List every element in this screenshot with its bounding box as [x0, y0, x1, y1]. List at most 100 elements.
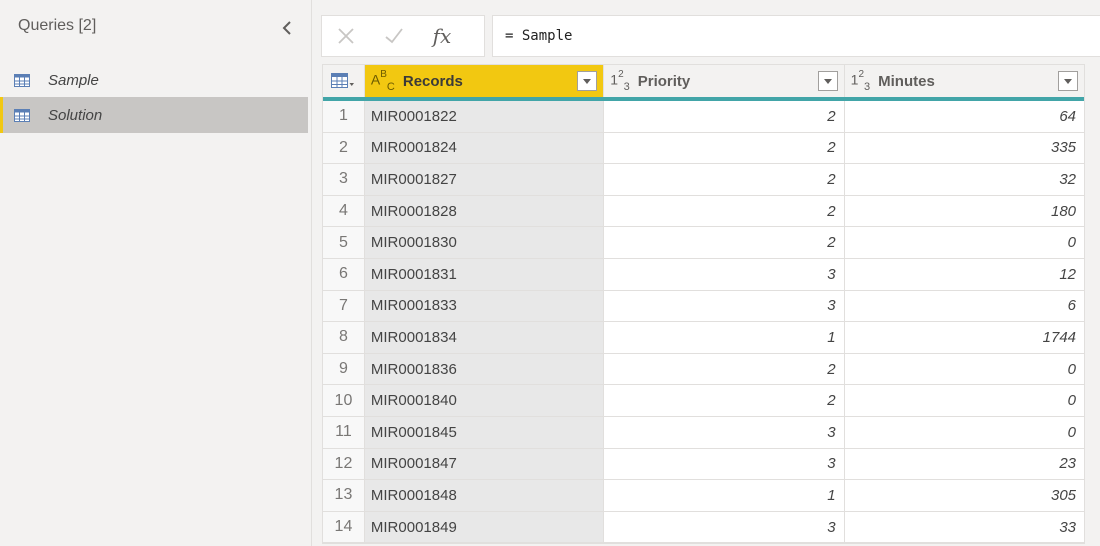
row-number[interactable]: 1 — [323, 101, 365, 132]
row-number[interactable]: 2 — [323, 132, 365, 164]
cell-priority[interactable]: 2 — [604, 195, 845, 227]
column-name: Priority — [637, 72, 691, 90]
query-label: Solution — [48, 106, 103, 124]
cell-minutes[interactable]: 12 — [845, 259, 1084, 290]
cell-priority[interactable]: 2 — [604, 385, 845, 416]
cell-minutes[interactable]: 23 — [845, 449, 1084, 480]
filter-dropdown-button[interactable] — [1058, 71, 1079, 91]
table-row[interactable]: 5 MIR0001830 2 0 — [323, 227, 1084, 259]
column-header-minutes[interactable]: 123 Minutes — [844, 65, 1085, 97]
column-name: Minutes — [878, 72, 935, 90]
cell-minutes[interactable]: 64 — [845, 101, 1084, 132]
cell-records[interactable]: MIR0001833 — [364, 290, 605, 322]
query-item-solution[interactable]: Solution — [0, 97, 308, 133]
fx-icon[interactable]: fx — [418, 16, 466, 56]
row-number[interactable]: 14 — [323, 511, 365, 543]
column-header-priority[interactable]: 123 Priority — [604, 65, 845, 97]
table-row[interactable]: 2 MIR0001824 2 335 — [323, 132, 1084, 165]
cell-records[interactable]: MIR0001840 — [364, 385, 605, 416]
table-menu-icon — [331, 73, 355, 88]
query-item-sample[interactable]: Sample — [0, 62, 308, 98]
filter-dropdown-button[interactable] — [817, 71, 838, 91]
cell-minutes[interactable]: 0 — [845, 354, 1084, 385]
cell-records[interactable]: MIR0001849 — [364, 511, 605, 543]
cell-priority[interactable]: 3 — [604, 290, 845, 322]
table-row[interactable]: 14 MIR0001849 3 33 — [323, 511, 1084, 544]
cell-records[interactable]: MIR0001836 — [364, 353, 605, 385]
table-icon — [14, 73, 30, 87]
table-row[interactable]: 3 MIR0001827 2 32 — [323, 164, 1084, 196]
cell-priority[interactable]: 1 — [604, 322, 845, 353]
cell-records[interactable]: MIR0001848 — [364, 480, 605, 511]
formula-input[interactable]: = Sample — [492, 15, 1100, 57]
cell-records[interactable]: MIR0001830 — [364, 227, 605, 258]
dropdown-arrow-icon — [1064, 78, 1073, 84]
row-number[interactable]: 8 — [323, 322, 365, 353]
cell-priority[interactable]: 3 — [604, 448, 845, 480]
cell-priority[interactable]: 2 — [604, 227, 845, 258]
cell-priority[interactable]: 3 — [604, 258, 845, 290]
grid-header: ABC Records 123 Priority 123 Minutes — [323, 65, 1085, 101]
query-label: Sample — [48, 71, 99, 89]
grid-body: 1 MIR0001822 2 64 2 MIR0001824 2 335 3 MIR0001827… — [323, 101, 1084, 544]
cell-minutes[interactable]: 6 — [845, 291, 1084, 322]
row-number[interactable]: 9 — [323, 353, 365, 385]
cell-records[interactable]: MIR0001824 — [364, 132, 605, 164]
table-icon — [14, 108, 30, 122]
cell-priority[interactable]: 2 — [604, 164, 845, 195]
cell-minutes[interactable]: 0 — [845, 227, 1084, 258]
row-number[interactable]: 6 — [323, 258, 365, 290]
table-row[interactable]: 7 MIR0001833 3 6 — [323, 290, 1084, 323]
cancel-formula-button[interactable] — [322, 16, 370, 56]
cell-records[interactable]: MIR0001822 — [364, 101, 605, 132]
row-number[interactable]: 7 — [323, 290, 365, 322]
collapse-queries-button[interactable] — [279, 17, 295, 39]
text-type-icon: ABC — [370, 68, 395, 94]
cell-records[interactable]: MIR0001847 — [364, 448, 605, 480]
table-row[interactable]: 1 MIR0001822 2 64 — [323, 101, 1084, 133]
table-menu-button[interactable] — [323, 65, 365, 97]
cell-minutes[interactable]: 335 — [845, 133, 1084, 164]
table-row[interactable]: 6 MIR0001831 3 12 — [323, 258, 1084, 291]
row-number[interactable]: 4 — [323, 195, 365, 227]
table-row[interactable]: 8 MIR0001834 1 1744 — [323, 322, 1084, 354]
table-row[interactable]: 4 MIR0001828 2 180 — [323, 195, 1084, 228]
row-number[interactable]: 12 — [323, 448, 365, 480]
table-row[interactable]: 11 MIR0001845 3 0 — [323, 416, 1084, 449]
whole-number-type-icon: 123 — [610, 68, 630, 94]
queries-pane-title: Queries [2] — [18, 17, 97, 34]
row-number[interactable]: 5 — [323, 227, 365, 258]
cell-records[interactable]: MIR0001831 — [364, 258, 605, 290]
column-header-records[interactable]: ABC Records — [364, 65, 605, 97]
dropdown-arrow-icon — [583, 78, 592, 84]
cell-minutes[interactable]: 305 — [845, 480, 1084, 511]
cell-priority[interactable]: 1 — [604, 480, 845, 511]
cell-minutes[interactable]: 33 — [845, 512, 1084, 543]
cell-minutes[interactable]: 32 — [845, 164, 1084, 195]
row-number[interactable]: 13 — [323, 480, 365, 511]
cell-priority[interactable]: 3 — [604, 511, 845, 543]
dropdown-arrow-icon — [823, 78, 832, 84]
table-row[interactable]: 13 MIR0001848 1 305 — [323, 480, 1084, 512]
cell-minutes[interactable]: 1744 — [845, 322, 1084, 353]
cell-minutes[interactable]: 180 — [845, 196, 1084, 227]
cell-minutes[interactable]: 0 — [845, 385, 1084, 416]
table-row[interactable]: 9 MIR0001836 2 0 — [323, 353, 1084, 386]
table-row[interactable]: 10 MIR0001840 2 0 — [323, 385, 1084, 417]
cell-minutes[interactable]: 0 — [845, 417, 1084, 448]
cell-records[interactable]: MIR0001845 — [364, 416, 605, 448]
cell-records[interactable]: MIR0001827 — [364, 164, 605, 195]
cell-priority[interactable]: 2 — [604, 353, 845, 385]
cell-priority[interactable]: 2 — [604, 132, 845, 164]
row-number[interactable]: 11 — [323, 416, 365, 448]
filter-dropdown-button[interactable] — [577, 71, 598, 91]
row-number[interactable]: 3 — [323, 164, 365, 195]
cell-records[interactable]: MIR0001834 — [364, 322, 605, 353]
commit-formula-button[interactable] — [370, 16, 418, 56]
cell-priority[interactable]: 2 — [604, 101, 845, 132]
table-row[interactable]: 12 MIR0001847 3 23 — [323, 448, 1084, 481]
close-icon — [338, 28, 354, 44]
row-number[interactable]: 10 — [323, 385, 365, 416]
cell-priority[interactable]: 3 — [604, 416, 845, 448]
cell-records[interactable]: MIR0001828 — [364, 195, 605, 227]
